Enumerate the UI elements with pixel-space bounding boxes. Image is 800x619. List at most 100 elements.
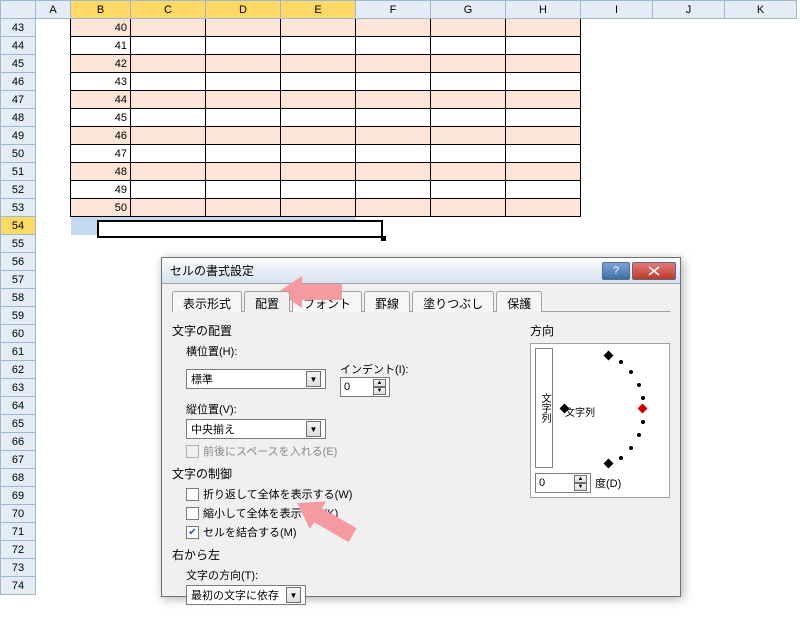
cell-I51[interactable] [581, 163, 653, 181]
cell-K53[interactable] [725, 199, 797, 217]
cell-B55[interactable] [71, 235, 131, 253]
shrink-to-fit-checkbox[interactable] [186, 507, 199, 520]
cell-C45[interactable] [131, 55, 206, 73]
cell-A50[interactable] [36, 145, 71, 163]
cell-G43[interactable] [431, 19, 506, 37]
cell-C46[interactable] [131, 73, 206, 91]
cell-A43[interactable] [36, 19, 71, 37]
cell-B47[interactable]: 44 [71, 91, 131, 109]
cell-I43[interactable] [581, 19, 653, 37]
cell-B68[interactable] [71, 469, 131, 487]
cell-H47[interactable] [506, 91, 581, 109]
cell-H48[interactable] [506, 109, 581, 127]
cell-I47[interactable] [581, 91, 653, 109]
cell-B58[interactable] [71, 289, 131, 307]
cell-B46[interactable]: 43 [71, 73, 131, 91]
cell-F48[interactable] [356, 109, 431, 127]
column-header-H[interactable]: H [506, 1, 581, 19]
cell-B71[interactable] [71, 523, 131, 541]
row-header-70[interactable]: 70 [1, 505, 36, 523]
row-header-68[interactable]: 68 [1, 469, 36, 487]
cell-H43[interactable] [506, 19, 581, 37]
cell-E52[interactable] [281, 181, 356, 199]
cell-F55[interactable] [356, 235, 431, 253]
cell-J44[interactable] [653, 37, 725, 55]
cell-K57[interactable] [725, 271, 797, 289]
cell-K65[interactable] [725, 415, 797, 433]
row-header-72[interactable]: 72 [1, 541, 36, 559]
column-header-G[interactable]: G [431, 1, 506, 19]
cell-I45[interactable] [581, 55, 653, 73]
cell-C50[interactable] [131, 145, 206, 163]
cell-K49[interactable] [725, 127, 797, 145]
cell-A62[interactable] [36, 361, 71, 379]
cell-A54[interactable] [36, 217, 71, 235]
cell-H50[interactable] [506, 145, 581, 163]
cell-K55[interactable] [725, 235, 797, 253]
column-header-I[interactable]: I [581, 1, 653, 19]
cell-C47[interactable] [131, 91, 206, 109]
cell-B51[interactable]: 48 [71, 163, 131, 181]
cell-H55[interactable] [506, 235, 581, 253]
cell-H45[interactable] [506, 55, 581, 73]
cell-G52[interactable] [431, 181, 506, 199]
row-header-58[interactable]: 58 [1, 289, 36, 307]
cell-E45[interactable] [281, 55, 356, 73]
cell-K66[interactable] [725, 433, 797, 451]
cell-J48[interactable] [653, 109, 725, 127]
cell-A59[interactable] [36, 307, 71, 325]
cell-D54[interactable] [206, 217, 281, 235]
cell-K72[interactable] [725, 541, 797, 559]
row-header-65[interactable]: 65 [1, 415, 36, 433]
cell-K74[interactable] [725, 577, 797, 595]
row-header-44[interactable]: 44 [1, 37, 36, 55]
row-header-55[interactable]: 55 [1, 235, 36, 253]
cell-A67[interactable] [36, 451, 71, 469]
cell-H52[interactable] [506, 181, 581, 199]
cell-A45[interactable] [36, 55, 71, 73]
dialog-tab-5[interactable]: 保護 [496, 291, 542, 312]
row-header-53[interactable]: 53 [1, 199, 36, 217]
dialog-titlebar[interactable]: セルの書式設定 ? [162, 258, 680, 284]
cell-B54[interactable] [71, 217, 131, 235]
cell-K64[interactable] [725, 397, 797, 415]
row-header-54[interactable]: 54 [1, 217, 36, 235]
cell-I44[interactable] [581, 37, 653, 55]
cell-B50[interactable]: 47 [71, 145, 131, 163]
cell-B65[interactable] [71, 415, 131, 433]
row-header-52[interactable]: 52 [1, 181, 36, 199]
cell-D47[interactable] [206, 91, 281, 109]
cell-I48[interactable] [581, 109, 653, 127]
cell-K68[interactable] [725, 469, 797, 487]
cell-A74[interactable] [36, 577, 71, 595]
row-header-51[interactable]: 51 [1, 163, 36, 181]
cell-D48[interactable] [206, 109, 281, 127]
cell-D44[interactable] [206, 37, 281, 55]
cell-I55[interactable] [581, 235, 653, 253]
wrap-text-checkbox[interactable] [186, 488, 199, 501]
row-header-45[interactable]: 45 [1, 55, 36, 73]
cell-G47[interactable] [431, 91, 506, 109]
cell-B69[interactable] [71, 487, 131, 505]
row-header-69[interactable]: 69 [1, 487, 36, 505]
cell-A51[interactable] [36, 163, 71, 181]
cell-B62[interactable] [71, 361, 131, 379]
cell-G48[interactable] [431, 109, 506, 127]
cell-I54[interactable] [581, 217, 653, 235]
cell-B60[interactable] [71, 325, 131, 343]
cell-F47[interactable] [356, 91, 431, 109]
cell-I50[interactable] [581, 145, 653, 163]
cell-C55[interactable] [131, 235, 206, 253]
cell-A55[interactable] [36, 235, 71, 253]
cell-G50[interactable] [431, 145, 506, 163]
cell-G54[interactable] [431, 217, 506, 235]
cell-B45[interactable]: 42 [71, 55, 131, 73]
cell-G53[interactable] [431, 199, 506, 217]
dialog-tab-2[interactable]: フォント [292, 291, 362, 312]
cell-F45[interactable] [356, 55, 431, 73]
cell-F52[interactable] [356, 181, 431, 199]
text-direction-combo[interactable]: 最初の文字に依存 ▼ [186, 585, 306, 605]
cell-J55[interactable] [653, 235, 725, 253]
column-header-K[interactable]: K [725, 1, 797, 19]
cell-F43[interactable] [356, 19, 431, 37]
